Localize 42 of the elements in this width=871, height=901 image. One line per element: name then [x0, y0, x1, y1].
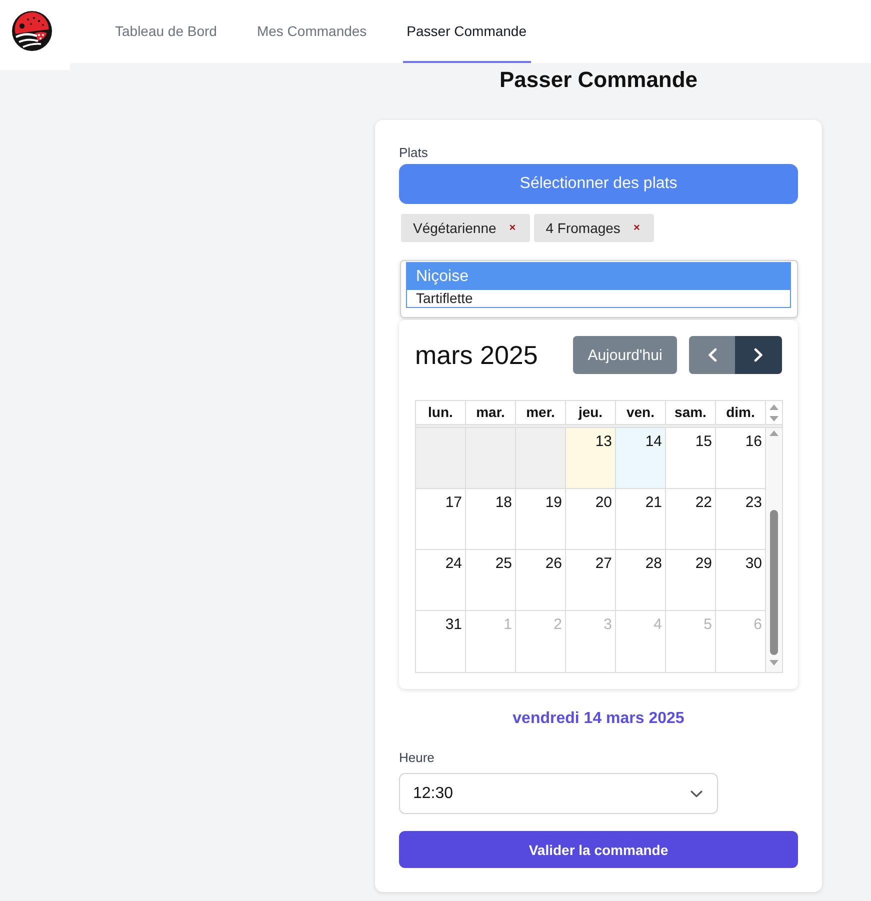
- logo-icon: [11, 10, 53, 52]
- day-cell[interactable]: 29: [666, 550, 716, 610]
- day-cell[interactable]: 27: [566, 550, 616, 610]
- chip-label: 4 Fromages: [546, 220, 620, 236]
- day-cell[interactable]: 25: [466, 550, 516, 610]
- day-cell[interactable]: [516, 428, 566, 488]
- submit-button[interactable]: Valider la commande: [399, 831, 798, 868]
- day-cell[interactable]: 18: [466, 489, 516, 549]
- day-cell[interactable]: 24: [416, 550, 466, 610]
- day-cell[interactable]: 13: [566, 428, 616, 488]
- time-select[interactable]: 12:30: [399, 773, 718, 814]
- remove-button[interactable]: ×: [633, 222, 640, 234]
- select-dishes-button[interactable]: Sélectionner des plats: [399, 164, 798, 204]
- day-cell[interactable]: 15: [666, 428, 716, 488]
- chevron-left-icon: [708, 348, 716, 362]
- day-cell[interactable]: [466, 428, 516, 488]
- nav-tab[interactable]: Tableau de Bord: [111, 0, 221, 63]
- next-month-button[interactable]: [735, 336, 782, 374]
- calendar-title: mars 2025: [415, 340, 539, 370]
- day-cell[interactable]: 26: [516, 550, 566, 610]
- remove-button[interactable]: ×: [509, 222, 516, 234]
- day-cell[interactable]: 21: [616, 489, 666, 549]
- time-label: Heure: [399, 750, 434, 766]
- day-cell[interactable]: 22: [666, 489, 716, 549]
- day-cell[interactable]: [416, 428, 466, 488]
- list-option[interactable]: Tartiflette: [407, 290, 790, 307]
- selected-date: vendredi 14 mars 2025: [512, 709, 686, 729]
- chevron-down-icon: [690, 790, 703, 798]
- day-cell[interactable]: 31: [416, 611, 466, 672]
- day-cell[interactable]: 17: [416, 489, 466, 549]
- dish-listbox[interactable]: Niçoise Tartiflette: [400, 260, 798, 318]
- page-title: Passer Commande: [498, 67, 699, 93]
- day-cell[interactable]: 14: [616, 428, 666, 488]
- calendar-scrollbar[interactable]: [766, 428, 782, 672]
- day-cell[interactable]: 28: [616, 550, 666, 610]
- day-cell[interactable]: 19: [516, 489, 566, 549]
- nav-tab[interactable]: Mes Commandes: [252, 0, 371, 63]
- nav-tab[interactable]: Passer Commande: [402, 0, 530, 63]
- chip-label: Végétarienne: [413, 220, 496, 236]
- dishes-label: Plats: [399, 144, 428, 162]
- day-cell[interactable]: 20: [566, 489, 616, 549]
- chevron-right-icon: [754, 348, 763, 362]
